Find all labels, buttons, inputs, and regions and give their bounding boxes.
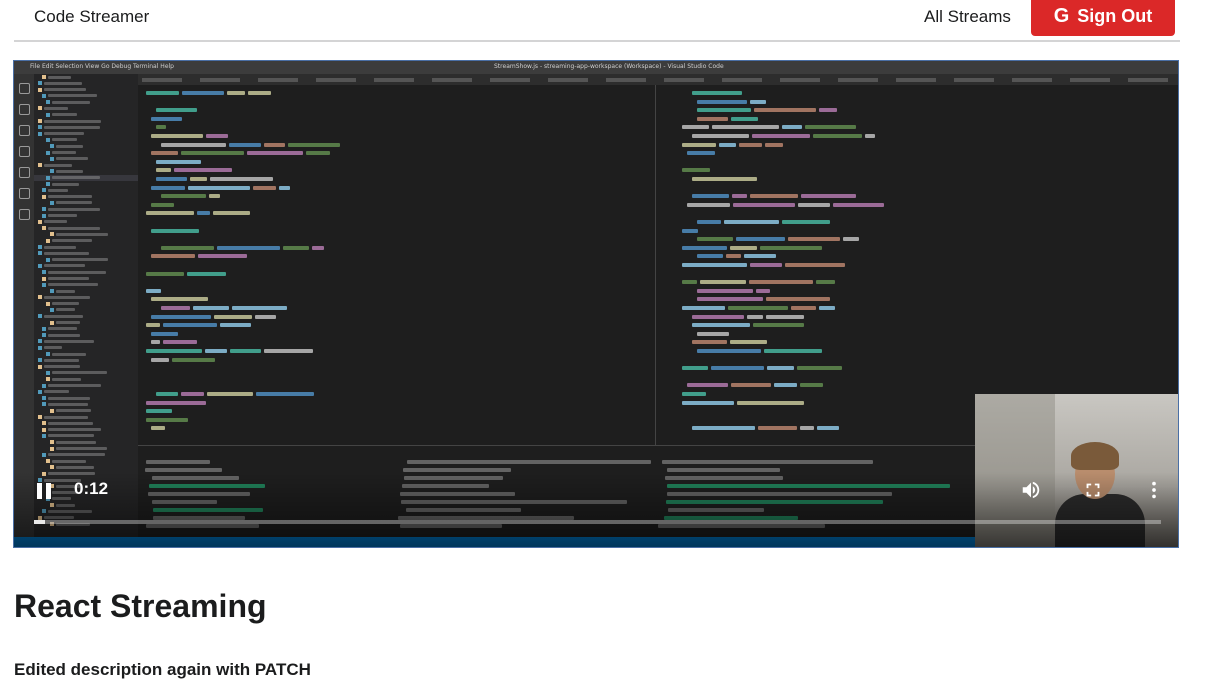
seek-bar-fill bbox=[34, 520, 46, 524]
top-menu: Code Streamer All Streams G Sign Out bbox=[14, 0, 1180, 42]
vscode-editor-readme bbox=[138, 85, 656, 445]
stream-description: Edited description again with PATCH bbox=[14, 660, 311, 679]
volume-icon bbox=[1022, 481, 1040, 499]
fullscreen-button[interactable] bbox=[1081, 479, 1105, 501]
stream-title: React Streaming bbox=[14, 588, 267, 624]
google-icon: G bbox=[1053, 4, 1070, 27]
more-options-button[interactable] bbox=[1142, 479, 1166, 501]
brand-link[interactable]: Code Streamer bbox=[34, 7, 149, 27]
controls-shade bbox=[14, 472, 1178, 547]
fullscreen-icon bbox=[1086, 483, 1100, 497]
vscode-window-title: StreamShow.js - streaming-app-workspace … bbox=[494, 63, 724, 70]
vscode-titlebar: StreamShow.js - streaming-app-workspace … bbox=[14, 61, 1178, 74]
current-time: 0:12 bbox=[74, 479, 109, 498]
all-streams-link[interactable]: All Streams bbox=[924, 7, 1011, 27]
seek-bar[interactable] bbox=[34, 520, 1161, 524]
volume-button[interactable] bbox=[1019, 479, 1043, 501]
vscode-editor-streamshow bbox=[656, 85, 1178, 445]
vscode-menu: File Edit Selection View Go Debug Termin… bbox=[30, 63, 174, 70]
pause-button[interactable] bbox=[34, 479, 56, 501]
video-player[interactable]: StreamShow.js - streaming-app-workspace … bbox=[13, 60, 1179, 548]
sign-out-button[interactable]: G Sign Out bbox=[1031, 0, 1175, 36]
vscode-tabs bbox=[138, 74, 1178, 85]
sign-out-label: Sign Out bbox=[1077, 5, 1153, 26]
more-vert-icon bbox=[1152, 481, 1156, 499]
